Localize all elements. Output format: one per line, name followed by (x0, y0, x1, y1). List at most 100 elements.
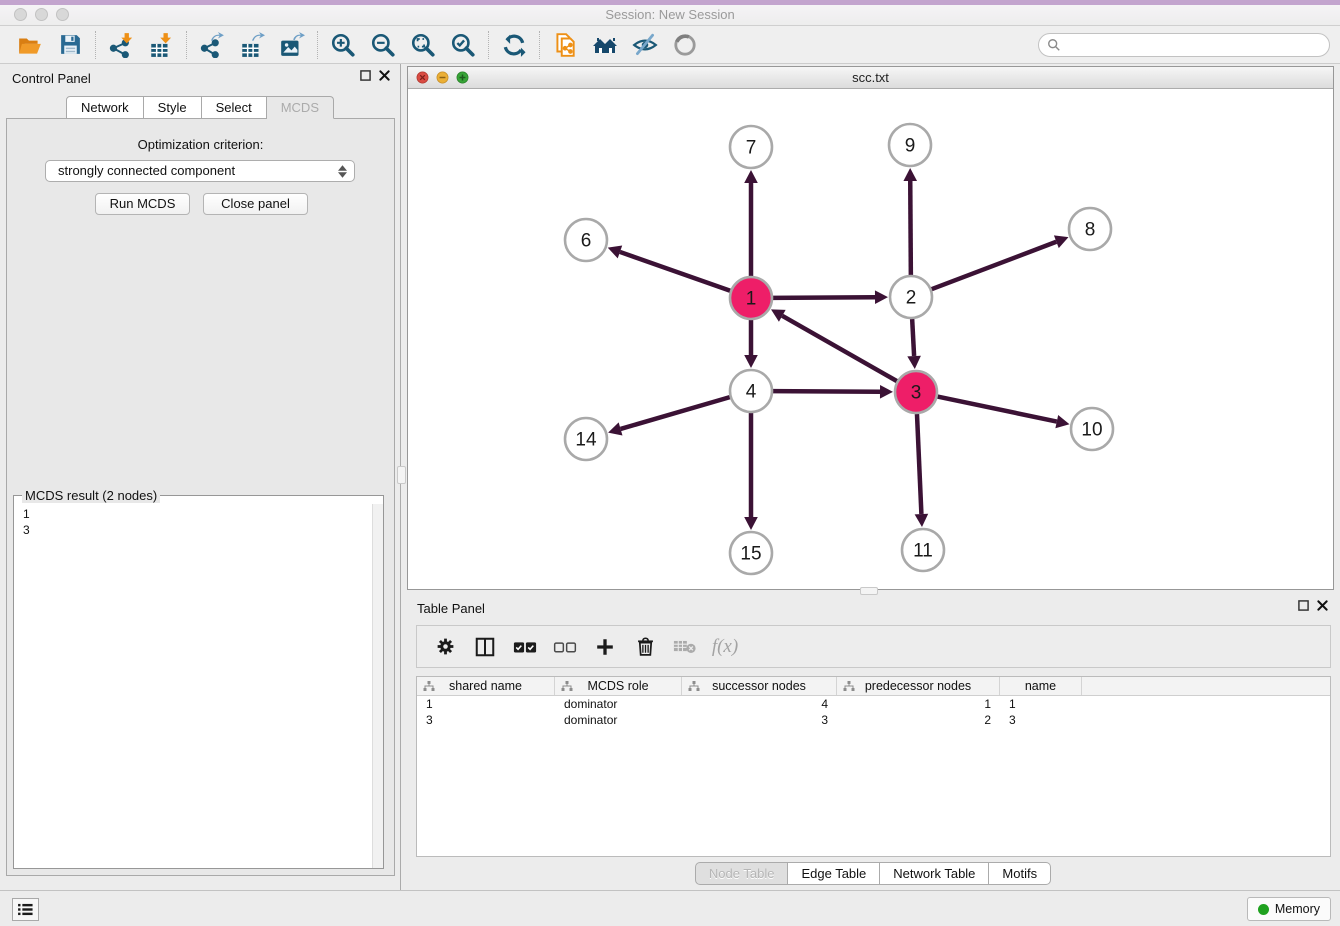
network-frame-titlebar[interactable]: scc.txt (408, 67, 1333, 89)
column-header-predecessor-nodes[interactable]: predecessor nodes (837, 677, 1000, 695)
main-toolbar (0, 26, 1340, 64)
float-panel-icon[interactable] (360, 70, 371, 81)
result-scrollbar[interactable] (372, 504, 383, 868)
eye-icon (672, 32, 698, 58)
close-panel-icon[interactable] (379, 70, 390, 81)
unselect-all-icon (553, 639, 577, 655)
search-box[interactable] (1038, 33, 1330, 57)
select-all-button[interactable] (513, 635, 537, 659)
cell-successor-nodes[interactable]: 4 (682, 696, 837, 712)
select-all-icon (513, 639, 537, 655)
save-session-button[interactable] (50, 29, 90, 61)
show-column-button[interactable] (473, 635, 497, 659)
search-input[interactable] (1061, 35, 1329, 55)
network-graph[interactable]: 7968124314101511 (408, 89, 1333, 590)
control-panel-tabbar: NetworkStyleSelectMCDS (0, 96, 400, 119)
edge-arrowhead (1055, 415, 1069, 428)
zoom-selected-button[interactable] (443, 29, 483, 61)
cell-predecessor-nodes[interactable]: 1 (837, 696, 1000, 712)
mcds-tab-content: Optimization criterion: strongly connect… (6, 118, 395, 876)
memory-button[interactable]: Memory (1247, 897, 1331, 921)
function-builder-icon: f(x) (712, 636, 738, 658)
function-builder-button[interactable]: f(x) (713, 635, 737, 659)
edge-3-1[interactable] (782, 316, 897, 381)
node-table[interactable]: shared nameMCDS role successor nodes prede… (416, 676, 1331, 857)
edge-3-10[interactable] (938, 397, 1057, 422)
table-row[interactable]: 3dominator323 (417, 712, 1330, 728)
zoom-out-icon (370, 32, 396, 58)
network-canvas[interactable]: 7968124314101511 (408, 89, 1333, 589)
duplicate-network-button[interactable] (545, 29, 585, 61)
edge-4-3[interactable] (773, 391, 880, 392)
tab-network[interactable]: Network (66, 96, 144, 119)
zoom-out-button[interactable] (363, 29, 403, 61)
hide-graphics-button[interactable] (625, 29, 665, 61)
column-header-successor-nodes[interactable]: successor nodes (682, 677, 837, 695)
export-image-button[interactable] (272, 29, 312, 61)
optimization-criterion-label: Optimization criterion: (7, 137, 394, 152)
zoom-in-button[interactable] (323, 29, 363, 61)
tab-network-table[interactable]: Network Table (880, 862, 989, 885)
tree-icon (423, 681, 435, 692)
delete-table-button[interactable] (673, 635, 697, 659)
open-session-button[interactable] (10, 29, 50, 61)
tab-select[interactable]: Select (202, 96, 267, 119)
zoom-fit-button[interactable] (403, 29, 443, 61)
delete-table-icon (673, 638, 697, 655)
column-header-MCDS-role[interactable]: MCDS role (555, 677, 682, 695)
import-table-button[interactable] (141, 29, 181, 61)
cell-MCDS-role[interactable]: dominator (555, 712, 682, 728)
home-button[interactable] (585, 29, 625, 61)
cell-shared-name[interactable]: 3 (417, 712, 555, 728)
cell-successor-nodes[interactable]: 3 (682, 712, 837, 728)
cell-MCDS-role[interactable]: dominator (555, 696, 682, 712)
column-header-shared-name[interactable]: shared name (417, 677, 555, 695)
titlebar-accent-strip (0, 0, 1340, 5)
column-header-name[interactable]: name (1000, 677, 1082, 695)
edge-1-2[interactable] (773, 297, 875, 298)
import-network-button[interactable] (101, 29, 141, 61)
cell-name[interactable]: 1 (1000, 696, 1082, 712)
memory-label: Memory (1275, 902, 1320, 916)
show-graphics-button[interactable] (665, 29, 705, 61)
refresh-button[interactable] (494, 29, 534, 61)
create-column-button[interactable] (593, 635, 617, 659)
vertical-splitter-grip[interactable] (397, 466, 406, 484)
edge-2-8[interactable] (932, 242, 1057, 289)
close-panel-button[interactable]: Close panel (203, 193, 308, 215)
tab-style[interactable]: Style (144, 96, 202, 119)
table-row[interactable]: 1dominator411 (417, 696, 1330, 712)
table-settings-button[interactable] (433, 635, 457, 659)
edge-2-3[interactable] (912, 319, 914, 356)
tab-mcds[interactable]: MCDS (267, 96, 334, 119)
home-icon (591, 32, 619, 58)
unselect-all-button[interactable] (553, 635, 577, 659)
cell-predecessor-nodes[interactable]: 2 (837, 712, 1000, 728)
tab-node-table[interactable]: Node Table (695, 862, 789, 885)
float-panel-icon[interactable] (1298, 600, 1309, 611)
cell-name[interactable]: 3 (1000, 712, 1082, 728)
edge-1-6[interactable] (620, 252, 730, 291)
cell-shared-name[interactable]: 1 (417, 696, 555, 712)
selected-criterion: strongly connected component (58, 161, 334, 181)
edge-arrowhead (608, 422, 622, 435)
run-mcds-button[interactable]: Run MCDS (95, 193, 190, 215)
export-table-button[interactable] (232, 29, 272, 61)
edge-2-9[interactable] (910, 181, 911, 275)
memory-status-icon (1258, 904, 1269, 915)
edge-arrowhead (903, 168, 917, 181)
close-panel-icon[interactable] (1317, 600, 1328, 611)
edge-3-11[interactable] (917, 414, 921, 514)
mcds-result-list[interactable]: 13 (15, 504, 371, 867)
show-panels-button[interactable] (12, 898, 39, 921)
toolbar-separator (488, 31, 489, 59)
delete-column-button[interactable] (633, 635, 657, 659)
tab-edge-table[interactable]: Edge Table (788, 862, 880, 885)
optimization-criterion-select[interactable]: strongly connected component (45, 160, 355, 182)
export-network-button[interactable] (192, 29, 232, 61)
horizontal-splitter-grip[interactable] (860, 587, 878, 595)
column-header-label: successor nodes (712, 679, 806, 693)
tab-motifs[interactable]: Motifs (989, 862, 1051, 885)
edge-4-14[interactable] (621, 397, 730, 429)
zoom-in-icon (330, 32, 356, 58)
